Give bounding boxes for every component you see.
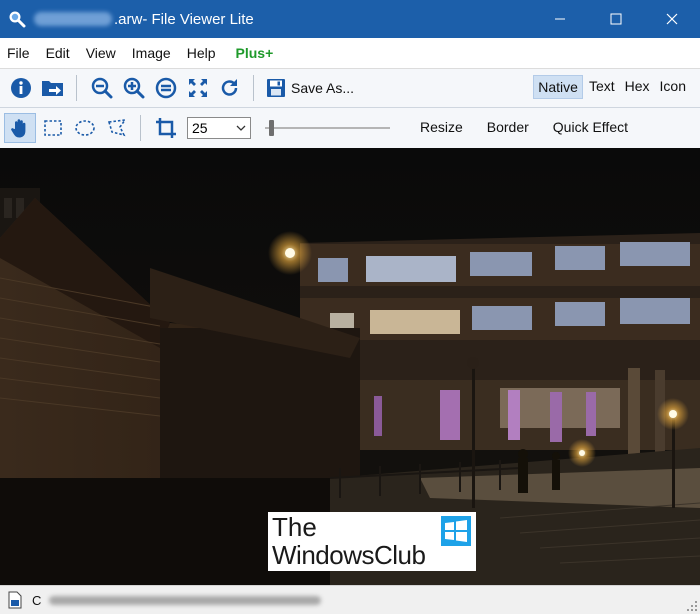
menu-help[interactable]: Help — [179, 45, 224, 61]
menu-file[interactable]: File — [0, 45, 38, 61]
close-button[interactable] — [644, 0, 700, 38]
open-folder-button[interactable] — [38, 73, 68, 103]
zoom-value: 25 — [192, 120, 208, 136]
save-as-button[interactable]: Save As... — [266, 78, 354, 98]
menu-view[interactable]: View — [78, 45, 124, 61]
title-bar: .arw- File Viewer Lite — [0, 0, 700, 38]
menu-plus[interactable]: Plus+ — [224, 45, 282, 61]
windows-logo-icon — [441, 516, 471, 546]
actual-size-icon — [155, 77, 177, 99]
watermark-line1: The — [272, 512, 317, 542]
main-toolbar: Save As... Native Text Hex Icon — [0, 69, 700, 108]
toolbar-separator — [76, 75, 77, 101]
actual-size-button[interactable] — [151, 73, 181, 103]
maximize-button[interactable] — [588, 0, 644, 38]
tab-hex[interactable]: Hex — [621, 75, 654, 99]
tab-icon[interactable]: Icon — [656, 75, 690, 99]
pan-tool-button[interactable] — [4, 113, 36, 143]
image-actions: Resize Border Quick Effect — [396, 119, 628, 135]
app-magnifier-icon — [9, 11, 26, 28]
save-as-label: Save As... — [291, 80, 355, 96]
info-button[interactable] — [6, 73, 36, 103]
view-mode-tabs: Native Text Hex Icon — [531, 75, 690, 99]
save-icon — [267, 79, 285, 97]
image-file-icon — [8, 591, 22, 609]
lasso-select-icon — [107, 118, 127, 137]
menu-image[interactable]: Image — [124, 45, 179, 61]
crop-button[interactable] — [151, 113, 181, 143]
maximize-icon — [610, 13, 622, 25]
fit-to-window-button[interactable] — [183, 73, 213, 103]
blurred-file-path — [49, 595, 322, 605]
slider-thumb[interactable] — [269, 120, 274, 136]
rect-select-button[interactable] — [38, 113, 68, 143]
status-bar: C — [0, 585, 700, 614]
info-icon — [11, 78, 31, 98]
ellipse-select-button[interactable] — [70, 113, 100, 143]
blurred-filename — [34, 12, 112, 26]
chevron-down-icon — [236, 125, 246, 131]
rect-select-icon — [44, 120, 62, 136]
watermark-line2: WindowsClub — [272, 540, 426, 570]
ellipse-select-icon — [75, 120, 95, 136]
rotate-button[interactable] — [215, 73, 245, 103]
tab-text[interactable]: Text — [585, 75, 619, 99]
watermark-logo: The WindowsClub — [268, 512, 476, 571]
minimize-icon — [555, 18, 565, 20]
zoom-in-button[interactable] — [119, 73, 149, 103]
menu-edit[interactable]: Edit — [38, 45, 78, 61]
rotate-icon — [221, 79, 238, 96]
window-title: .arw- File Viewer Lite — [114, 10, 254, 28]
fit-to-window-icon — [189, 79, 207, 97]
zoom-in-icon — [123, 77, 145, 99]
zoom-slider[interactable] — [265, 118, 390, 138]
close-icon — [666, 13, 678, 25]
resize-grip-icon[interactable] — [687, 601, 697, 611]
zoom-out-icon — [91, 77, 113, 99]
quick-effect-button[interactable]: Quick Effect — [553, 119, 628, 135]
menu-bar: File Edit View Image Help Plus+ — [0, 38, 700, 69]
file-path-prefix: C — [32, 592, 42, 608]
lasso-select-button[interactable] — [102, 113, 132, 143]
pan-hand-icon — [11, 119, 26, 138]
slider-track — [265, 127, 390, 129]
minimize-button[interactable] — [532, 0, 588, 38]
zoom-select[interactable]: 25 — [187, 117, 251, 139]
toolbar-separator — [140, 115, 141, 141]
crop-icon — [156, 118, 176, 138]
resize-button[interactable]: Resize — [420, 119, 463, 135]
toolbar-separator — [253, 75, 254, 101]
tab-native[interactable]: Native — [533, 75, 583, 99]
image-toolbar: 25 Resize Border Quick Effect — [0, 108, 700, 149]
zoom-out-button[interactable] — [87, 73, 117, 103]
border-button[interactable]: Border — [487, 119, 529, 135]
open-folder-icon — [42, 81, 63, 96]
image-viewport[interactable]: The WindowsClub — [0, 148, 700, 585]
